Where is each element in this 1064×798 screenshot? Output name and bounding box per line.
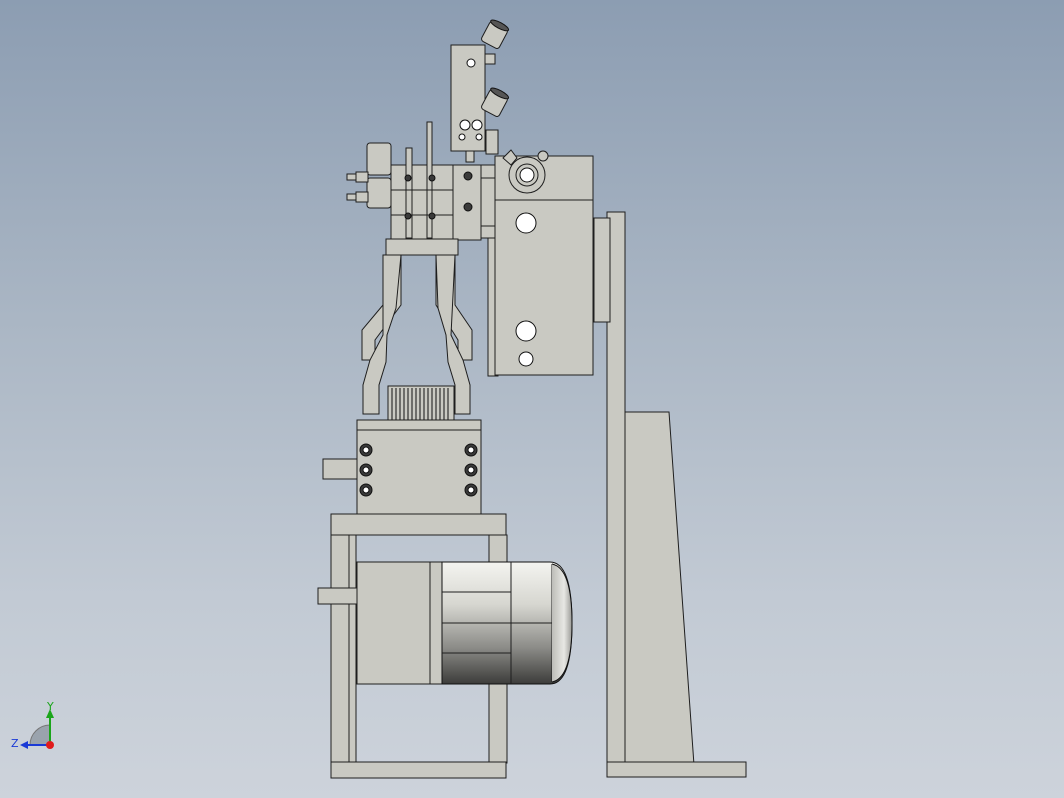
gearbox-block	[322, 419, 482, 520]
column-base-plate	[606, 761, 747, 778]
cad-viewport[interactable]: Y Z	[0, 0, 1064, 798]
motor-shaft	[317, 587, 359, 605]
mounting-plate	[487, 149, 594, 377]
upright-column	[593, 211, 747, 778]
valve-block	[450, 19, 510, 163]
x-axis-dot	[46, 741, 54, 749]
z-axis-label: Z	[11, 737, 19, 750]
pneumatic-fitting-side	[366, 142, 392, 176]
gearbox-shaft	[322, 458, 358, 480]
y-axis-label: Y	[46, 700, 54, 713]
z-axis-arrow	[20, 741, 28, 749]
assembly-drawing: Y Z	[11, 19, 747, 779]
axis-triad[interactable]: Y Z	[11, 700, 54, 750]
triad-quadrant	[29, 724, 51, 746]
